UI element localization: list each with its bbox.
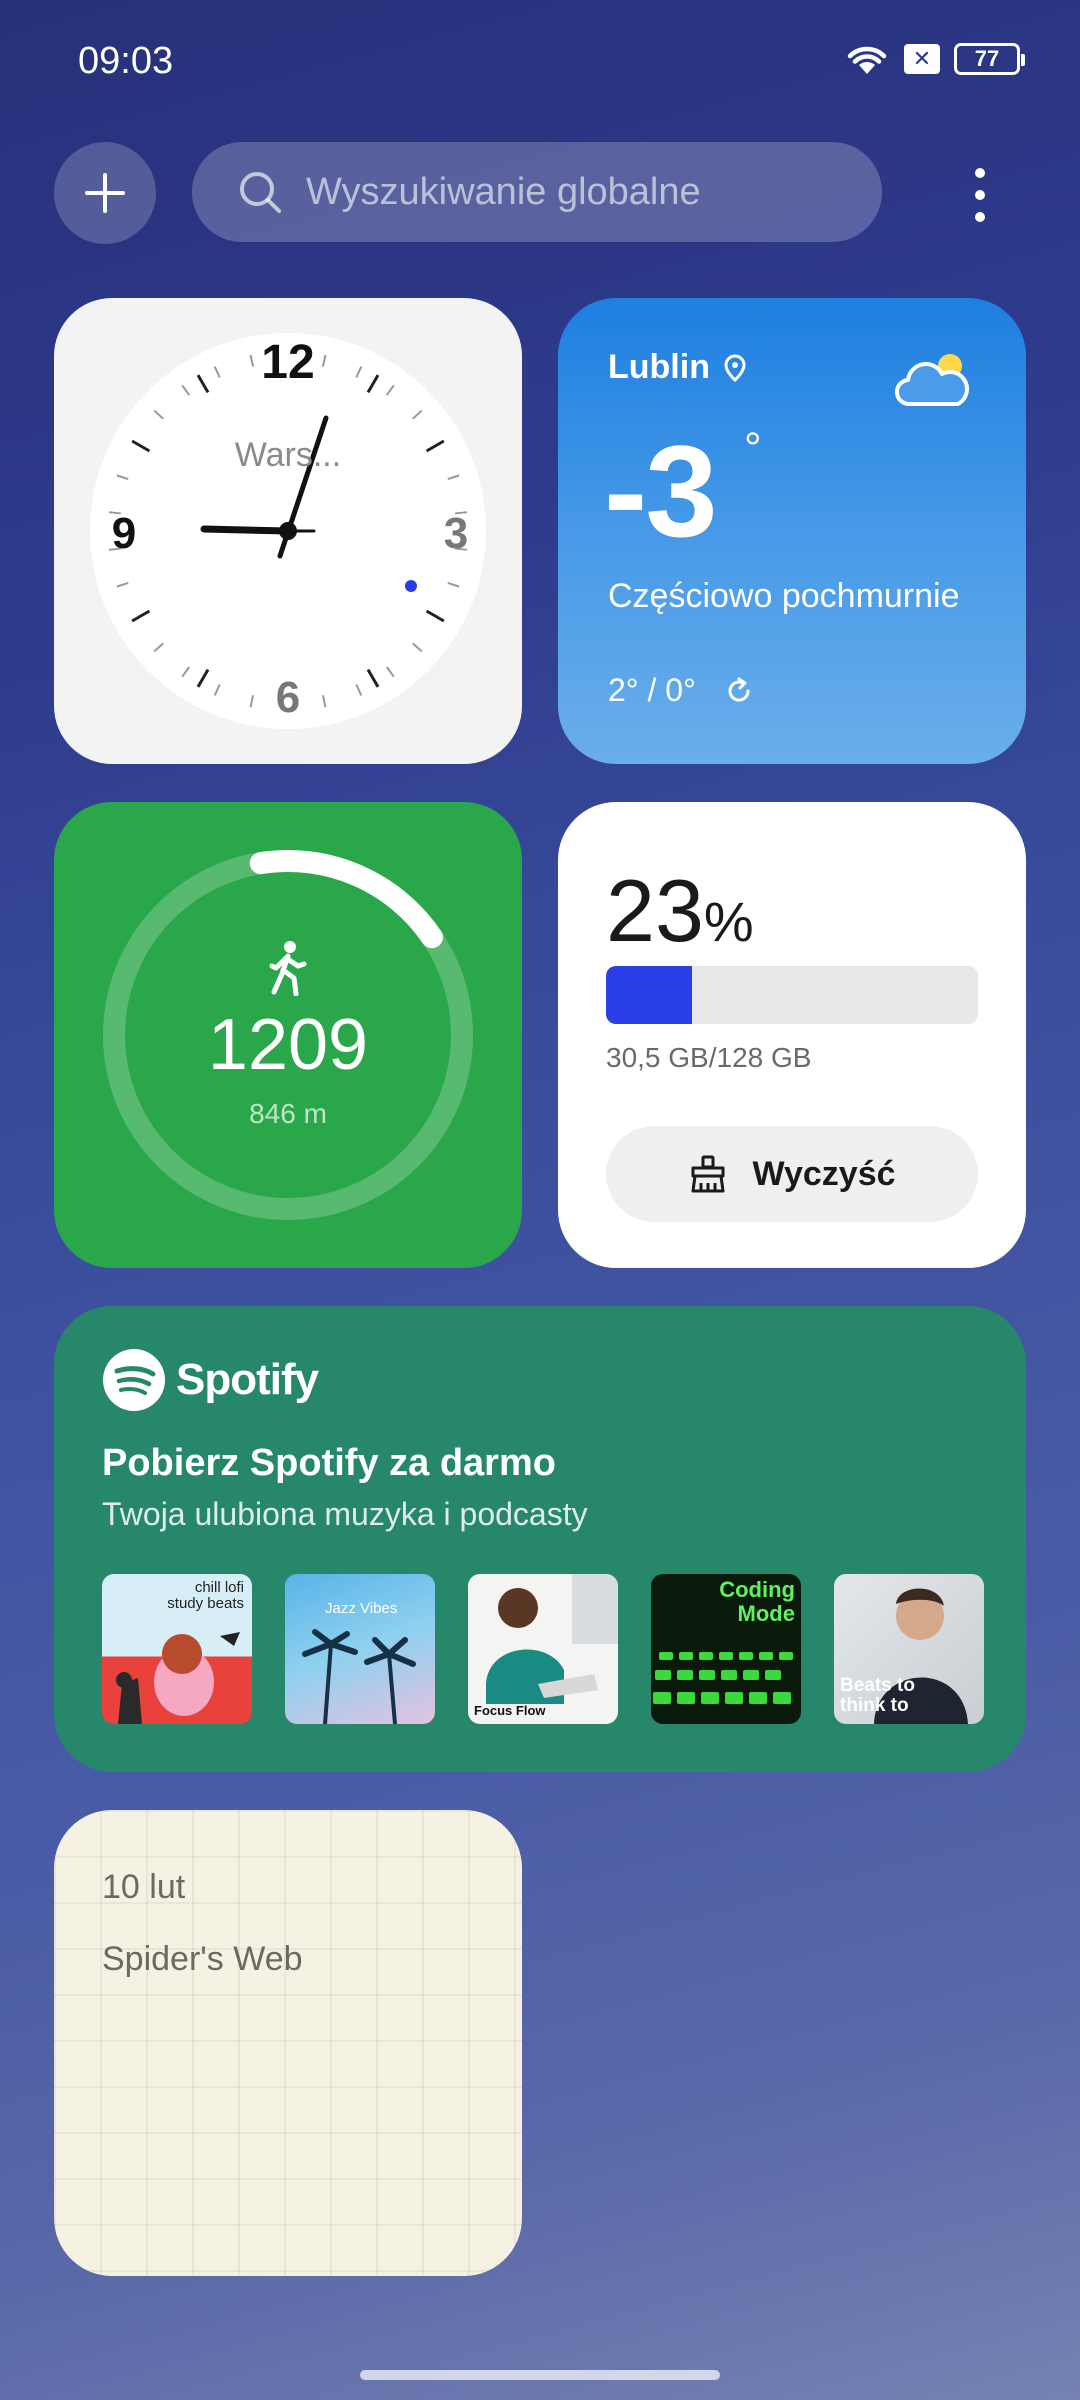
sim-icon: ✕ [904,44,940,74]
weather-range-text: 2° / 0° [608,672,696,708]
home-indicator[interactable] [360,2370,720,2380]
storage-percent: 23% [606,860,754,962]
playlist-label: Beats to think to [840,1675,915,1716]
spotify-subtitle: Twoja ulubiona muzyka i podcasty [102,1496,588,1532]
storage-percent-value: 23 [606,861,704,960]
playlist-label: Coding Mode [719,1577,795,1626]
clock-numeral-6: 6 [276,673,300,722]
clock-numeral-9: 9 [112,509,136,558]
global-search-bar[interactable]: Wyszukiwanie globalne [192,142,882,242]
playlist-label: Jazz Vibes [325,1600,398,1617]
playlist-label: Focus Flow [474,1703,546,1718]
clock-widget[interactable]: 12 3 6 9 Wars... [54,298,522,764]
status-time: 09:03 [78,40,174,82]
cloud-sun-icon [895,354,969,407]
search-icon [240,172,281,213]
playlist-row: chill lofi study beats Jazz Vibes Focus … [102,1574,984,1724]
steps-widget[interactable]: 1209 846 m [54,802,522,1268]
storage-percent-sign: % [703,890,754,953]
playlist-card-coding-mode[interactable]: Coding Mode [651,1574,801,1724]
more-icon[interactable] [960,160,1000,230]
weather-description: Częściowo pochmurnie [608,577,960,615]
playlist-label: chill lofi study beats [167,1579,244,1612]
analog-clock-face: 12 3 6 9 [90,333,486,729]
spotify-wordmark: Spotify [176,1355,319,1404]
status-icons: ✕ 77 [844,42,1025,76]
refresh-icon[interactable] [724,676,754,706]
playlist-card-beats-to-think-to[interactable]: Beats to think to [834,1574,984,1724]
clean-button[interactable]: Wyczyść [606,1126,978,1222]
search-placeholder: Wyszukiwanie globalne [306,170,701,213]
walking-icon [269,941,307,996]
clock-numeral-3: 3 [444,509,468,558]
storage-usage-bar [606,966,978,1024]
spotify-logo-icon [103,1349,165,1411]
weather-location: Lublin [608,348,746,387]
weather-temperature: -3 [604,418,718,564]
steps-progress-arc [249,850,443,949]
location-pin-icon [724,353,746,382]
playlist-card-jazz-vibes[interactable]: Jazz Vibes [285,1574,435,1724]
weather-degree: ° [744,424,762,473]
playlist-card-chill-lofi[interactable]: chill lofi study beats [102,1574,252,1724]
storage-used-text: 30,5 GB/128 GB [606,1042,812,1073]
clock-numeral-12: 12 [261,336,314,389]
weather-widget[interactable]: Lublin -3 ° Częściowo pochmurnie 2° / 0° [558,298,1026,764]
plus-icon [85,173,125,213]
battery-icon: 77 [954,43,1025,75]
storage-widget[interactable]: 23% 30,5 GB/128 GB Wyczyść [558,802,1026,1268]
add-widget-button[interactable] [54,142,156,244]
playlist-card-focus-flow[interactable]: Focus Flow [468,1574,618,1724]
storage-usage-fill [606,966,692,1024]
spotify-title: Pobierz Spotify za darmo [102,1442,556,1484]
spotify-logo: Spotify [102,1348,319,1412]
status-bar: 09:03 ✕ 77 [0,0,1080,120]
wifi-icon [844,42,890,76]
clock-city: Wars... [234,436,342,474]
weather-range: 2° / 0° [608,672,754,709]
clock-dot [405,580,417,592]
note-date: 10 lut [102,1868,186,1906]
broom-icon [691,1155,725,1193]
note-text: Spider's Web [102,1940,303,1978]
weather-city: Lublin [608,348,710,386]
note-widget[interactable]: 10 lut Spider's Web [54,1810,522,2276]
steps-count: 1209 [207,1005,369,1085]
steps-distance: 846 m [249,1098,327,1129]
spotify-widget[interactable]: Spotify Pobierz Spotify za darmo Twoja u… [54,1306,1026,1772]
clean-button-label: Wyczyść [752,1154,896,1193]
